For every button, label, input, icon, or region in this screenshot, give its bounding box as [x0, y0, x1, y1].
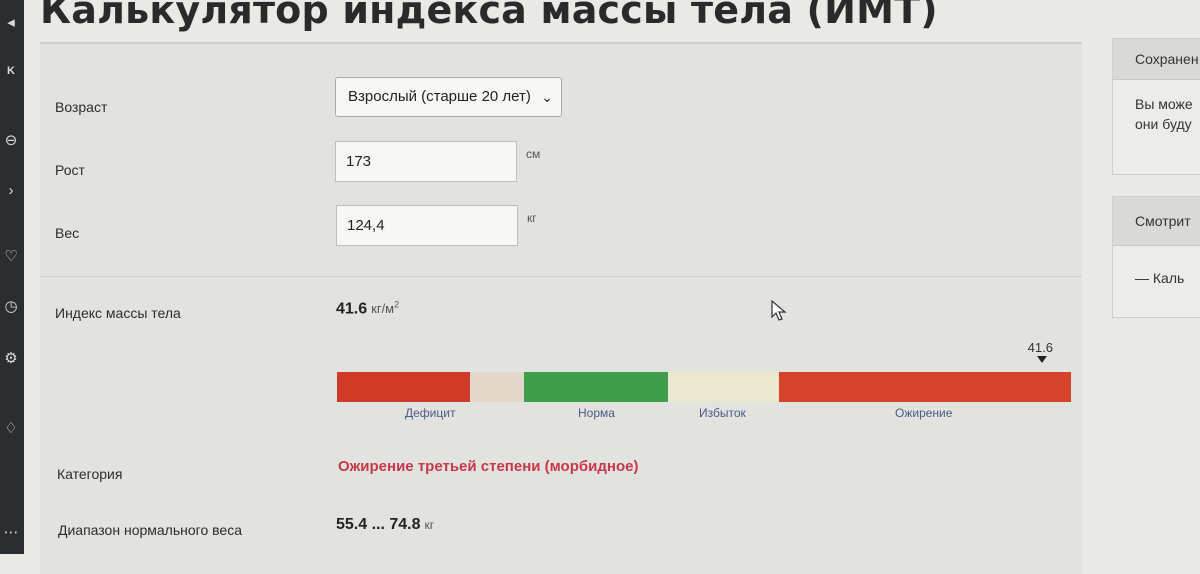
see-also-card: Смотрит — Каль [1112, 196, 1200, 318]
see-also-link[interactable]: — Каль [1113, 246, 1200, 288]
play-icon[interactable]: › [0, 182, 22, 200]
circle-arrow-icon[interactable]: ◂ [0, 14, 22, 32]
range-value: 55.4 ... 74.8 [336, 516, 421, 533]
more-icon[interactable]: ⋯ [0, 524, 22, 542]
clock-icon[interactable]: ◷ [0, 298, 22, 316]
heart-icon[interactable]: ♡ [0, 248, 22, 266]
range-value-line: 55.4 ... 74.8 кг [336, 516, 434, 534]
scale-label-excess: Избыток [699, 406, 746, 420]
arrow-right-icon[interactable]: ⊖ [0, 132, 22, 150]
vk-icon[interactable]: K [0, 62, 22, 80]
bmi-label: Индекс массы тела [55, 305, 181, 321]
scale-segment-light [470, 372, 524, 402]
scale-segment-excess [668, 372, 779, 402]
saved-card-title: Сохранен [1113, 39, 1200, 80]
saved-card-line: они буду [1135, 116, 1192, 132]
height-unit: см [526, 147, 541, 161]
range-label: Диапазон нормального веса [58, 522, 242, 538]
bmi-unit: кг/м2 [371, 300, 400, 317]
bmi-value-line: 41.6 кг/м2 [336, 300, 399, 318]
range-unit: кг [424, 518, 435, 532]
age-select-value: Взрослый (старше 20 лет) [348, 88, 531, 105]
scale-marker-label: 41.6 [1027, 340, 1053, 355]
gear-icon[interactable]: ⚙ [0, 350, 22, 368]
category-value: Ожирение третьей степени (морбидное) [338, 458, 639, 475]
section-divider [40, 276, 1082, 277]
scale-label-deficit: Дефицит [405, 406, 456, 420]
scale-segment-norm [524, 372, 668, 402]
bmi-value: 41.6 [336, 300, 368, 318]
weight-input[interactable]: 124,4 [336, 205, 518, 246]
bulb-icon[interactable]: ♢ [0, 420, 22, 438]
scale-label-obesity: Ожирение [895, 406, 953, 420]
weight-unit: кг [527, 211, 537, 225]
scale-label-norm: Норма [578, 406, 615, 420]
age-label: Возраст [55, 99, 108, 115]
saved-card-line: Вы може [1135, 96, 1193, 112]
see-also-card-title: Смотрит [1113, 197, 1200, 246]
age-select[interactable]: Взрослый (старше 20 лет) ⌄ [335, 77, 562, 117]
weight-label: Вес [55, 225, 80, 241]
app-rail: ◂ K ⊖ › ♡ ◷ ⚙ ♢ ⋯ [0, 0, 24, 554]
scale-segment-obesity [779, 372, 1071, 402]
scale-segment-deficit [337, 372, 470, 402]
mouse-cursor-icon [771, 300, 787, 321]
saved-card: Сохранен Вы може они буду [1112, 38, 1200, 175]
bmi-scale: 41.6 Дефицит Норма Избыток Ожирение [337, 340, 1071, 420]
height-label: Рост [55, 162, 85, 178]
chevron-down-icon: ⌄ [541, 89, 553, 105]
calculator-panel: Возраст Взрослый (старше 20 лет) ⌄ Рост … [40, 42, 1082, 574]
height-input[interactable]: 173 [335, 141, 517, 182]
scale-marker-icon [1036, 356, 1047, 363]
category-label: Категория [57, 466, 123, 482]
saved-card-body: Вы може они буду [1113, 80, 1200, 134]
page-title: Калькулятор индекса массы тела (ИМТ) [40, 0, 938, 32]
